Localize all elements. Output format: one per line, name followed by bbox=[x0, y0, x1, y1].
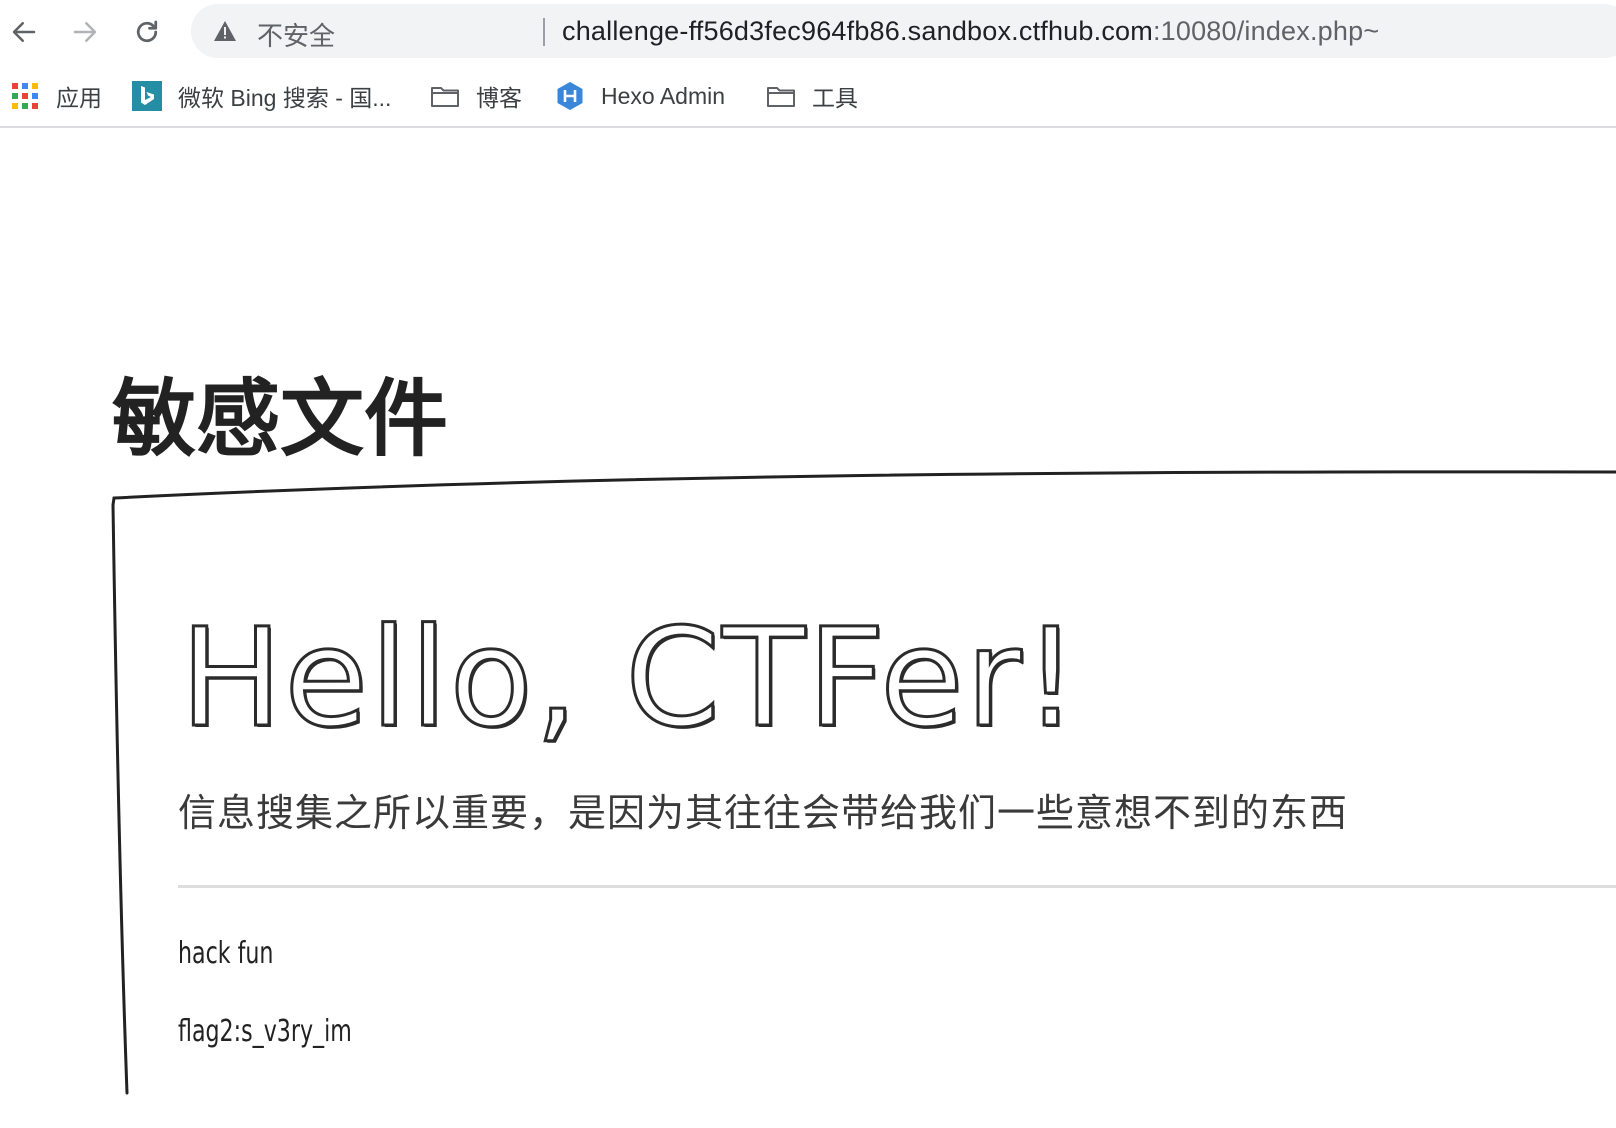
hero-heading: Hello, CTFer! bbox=[178, 599, 1081, 760]
bookmark-apps[interactable]: 应用 bbox=[10, 76, 102, 116]
bookmarks-bar: 应用 微软 Bing 搜索 - 国... 博客 Hexo Admin 工具 bbox=[0, 64, 1616, 128]
bookmark-hexo-admin[interactable]: Hexo Admin bbox=[555, 76, 725, 116]
bing-icon bbox=[132, 81, 162, 111]
bookmark-blog[interactable]: 博客 bbox=[430, 76, 522, 116]
bookmark-label[interactable]: 应用 bbox=[56, 79, 102, 113]
lead-text: 信息搜集之所以重要，是因为其往往会带给我们一些意想不到的东西 bbox=[178, 791, 1349, 835]
url-host[interactable]: challenge-ff56d3fec964fb86.sandbox.ctfhu… bbox=[562, 16, 1153, 46]
bookmark-label[interactable]: 博客 bbox=[476, 79, 522, 113]
forward-arrow-icon bbox=[73, 22, 97, 42]
folder-icon bbox=[431, 87, 459, 107]
reload-icon bbox=[136, 20, 158, 43]
bookmark-bing[interactable]: 微软 Bing 搜索 - 国... bbox=[132, 76, 391, 116]
bookmark-tools[interactable]: 工具 bbox=[766, 76, 858, 116]
warning-icon[interactable] bbox=[213, 20, 237, 42]
folder-icon bbox=[767, 87, 795, 107]
back-button[interactable] bbox=[4, 12, 44, 52]
bookmark-label[interactable]: 工具 bbox=[812, 79, 858, 113]
browser-toolbar: 不安全 challenge-ff56d3fec964fb86.sandbox.c… bbox=[0, 0, 1616, 64]
forward-button[interactable] bbox=[65, 12, 105, 52]
url-text[interactable]: challenge-ff56d3fec964fb86.sandbox.ctfhu… bbox=[562, 16, 1379, 47]
paragraph: flag2:s_v3ry_im bbox=[178, 1014, 352, 1049]
security-label[interactable]: 不安全 bbox=[257, 16, 335, 53]
apps-grid-icon bbox=[12, 83, 38, 109]
bookmark-label[interactable]: 微软 Bing 搜索 - 国... bbox=[178, 79, 391, 113]
reload-button[interactable] bbox=[127, 12, 167, 52]
hexo-icon bbox=[557, 82, 583, 110]
page-title: 敏感文件 bbox=[112, 370, 449, 468]
divider bbox=[178, 885, 1616, 888]
paragraph: hack fun bbox=[178, 936, 274, 971]
omnibox-divider bbox=[543, 18, 545, 46]
url-path[interactable]: :10080/index.php~ bbox=[1153, 16, 1379, 46]
address-bar[interactable]: 不安全 challenge-ff56d3fec964fb86.sandbox.c… bbox=[191, 4, 1616, 58]
back-arrow-icon bbox=[12, 22, 36, 42]
bookmark-label[interactable]: Hexo Admin bbox=[601, 83, 725, 110]
